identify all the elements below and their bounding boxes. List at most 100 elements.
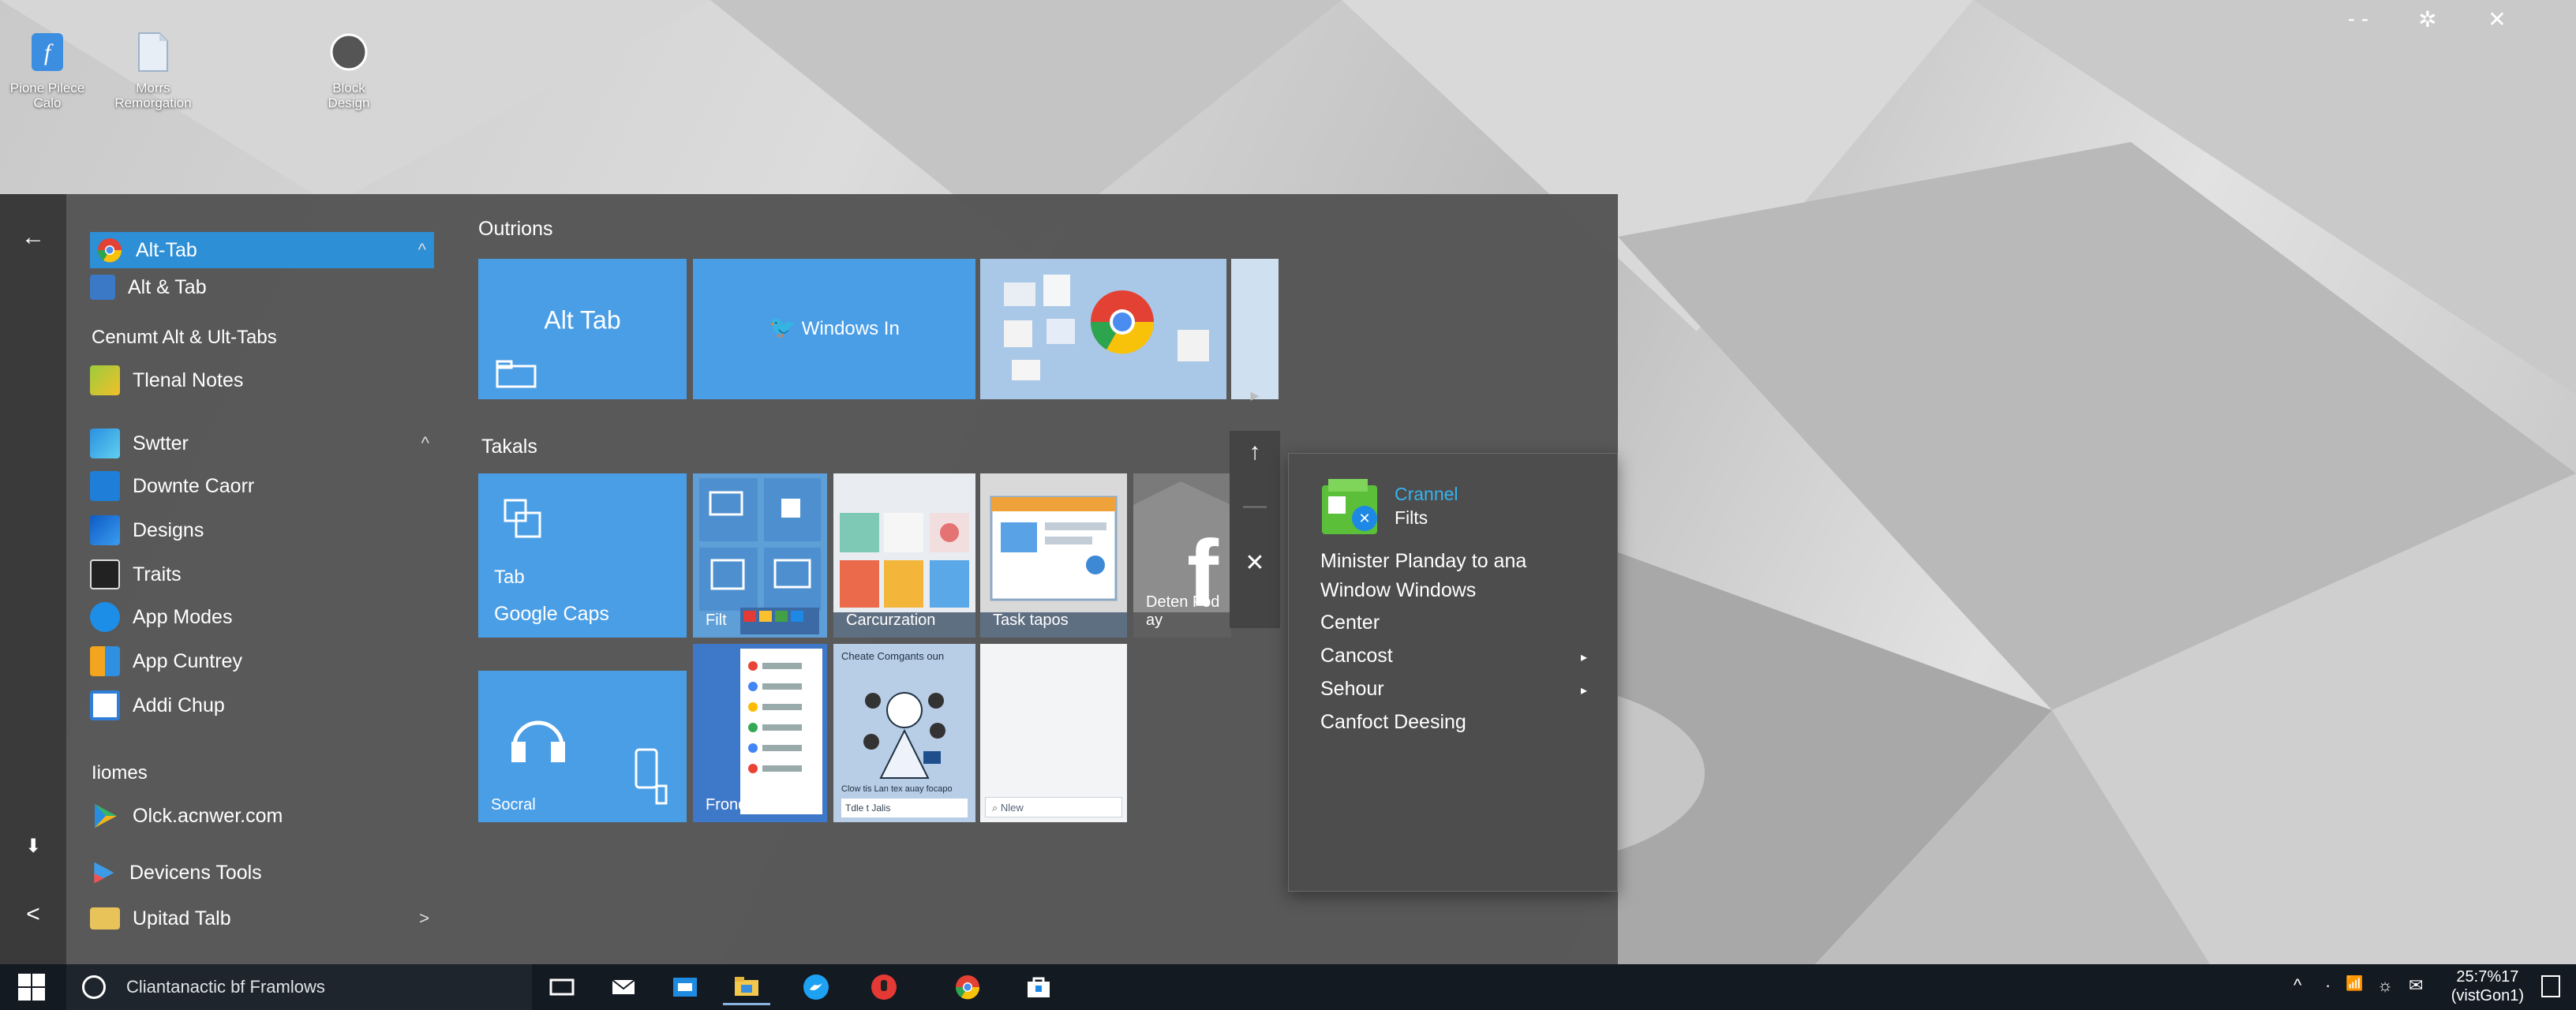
network-icon[interactable]: 📶 (2346, 975, 2363, 992)
section-header-homes: Iiomes (92, 762, 148, 784)
store-icon (673, 978, 697, 997)
taskbar-file-explorer[interactable] (723, 969, 770, 1005)
up-arrow-icon[interactable]: ↑ (1230, 439, 1280, 466)
app-item-swtter[interactable]: Swtter ^ (90, 425, 437, 462)
mail-tray-icon[interactable]: ✉ (2409, 975, 2423, 996)
tile-task-tapos[interactable]: Task tapos (980, 473, 1127, 638)
desktop-icon-block[interactable]: Block Design (301, 28, 396, 110)
download-icon[interactable]: ⬇ (0, 835, 66, 858)
context-item-canfoct[interactable]: Canfoct Deesing (1320, 711, 1466, 734)
tile-label: Google Caps (494, 603, 609, 625)
taskbar-store-bag[interactable] (1015, 969, 1062, 1005)
tile-filt[interactable]: Filt (693, 473, 827, 638)
start-rail: ← ⬇ < (0, 194, 66, 964)
tile-label: Filt (706, 612, 727, 629)
desktop-icon-label: Pione Pilece Calo (9, 80, 85, 110)
taskbar-chrome[interactable] (944, 969, 991, 1005)
app-label: Devicens Tools (129, 861, 262, 884)
red-app-icon (871, 974, 897, 1000)
taskbar-twitter[interactable] (792, 969, 840, 1005)
context-item-minister[interactable]: Minister Planday to ana Window Windows (1320, 550, 1526, 602)
document-icon (133, 28, 174, 76)
app-item-tlenal-notes[interactable]: Tlenal Notes (90, 361, 437, 399)
context-item-cancost[interactable]: Cancost ▸ (1320, 645, 1587, 668)
app-label: Alt & Tab (128, 275, 207, 298)
tile-alt-tab[interactable]: Alt Tab (478, 259, 687, 399)
tile-label: Windows In (801, 318, 900, 339)
traits-icon (90, 559, 120, 589)
task-view-icon (549, 978, 575, 996)
app-item-downte-caorr[interactable]: Downte Caorr (90, 467, 437, 505)
tile-search-panel[interactable]: ⌕ Nlew (980, 644, 1127, 822)
submenu-arrow-icon: ▸ (1581, 651, 1588, 664)
context-item-center[interactable]: Center (1320, 612, 1380, 634)
app-item-alt-tab-selected[interactable]: Alt-Tab ^ (90, 232, 434, 268)
tile-carcurzation[interactable]: Carcurzation (833, 473, 975, 638)
tile-side-controls: ▸ ↑ — ✕ (1230, 385, 1280, 628)
desktop-icon-morrs[interactable]: Morrs Remorgation (106, 28, 200, 110)
taskbar-store[interactable] (661, 969, 709, 1005)
divider-dash-icon: — (1243, 492, 1267, 518)
headset-icon (511, 720, 565, 762)
app-label: Alt-Tab (136, 238, 197, 261)
context-item-line: Minister Planday to ana (1320, 550, 1527, 572)
app-item-upitad-talb[interactable]: Upitad Talb > (90, 900, 437, 937)
clock[interactable]: 25:7%17 (vistGon1) (2451, 967, 2524, 1005)
close-button[interactable]: ✕ (2481, 6, 2513, 32)
collapse-chevron-icon[interactable]: ^ (418, 240, 426, 260)
app-item-devicens-tools[interactable]: Devicens Tools (90, 854, 437, 892)
tray-overflow-icon[interactable]: ^ (2293, 975, 2301, 996)
tile-partial[interactable] (1231, 259, 1279, 399)
twitter-icon (803, 974, 829, 1000)
app-item-app-cuntrey[interactable]: App Cuntrey (90, 642, 437, 680)
desktop-icon-pione[interactable]: f Pione Pilece Calo (0, 28, 95, 110)
tile-deten-fod[interactable]: f Deten Fod ay (1133, 473, 1231, 638)
app-label: Traits (133, 563, 182, 585)
context-item-line: Window Windows (1320, 579, 1477, 601)
search-placeholder: Nlew (1000, 802, 1024, 814)
app-item-addi-chup[interactable]: Addi Chup (90, 686, 437, 724)
context-menu: ✕ Crannel Filts Minister Planday to ana … (1288, 453, 1618, 892)
chat-input[interactable]: Tdle t Jalis (841, 799, 968, 817)
app-item-olck[interactable]: Olck.acnwer.com (90, 797, 437, 835)
app-item-traits[interactable]: Traits (90, 556, 437, 593)
tile-windows-in[interactable]: 🐦 Windows In (693, 259, 975, 399)
task-view-button[interactable] (538, 969, 586, 1005)
tray-dot-icon: · (2325, 975, 2331, 995)
next-arrow-icon[interactable]: ▸ (1230, 385, 1280, 406)
context-item-sehour[interactable]: Sehour ▸ (1320, 678, 1587, 701)
clock-date: (vistGon1) (2451, 987, 2524, 1004)
app-label: App Modes (133, 605, 233, 628)
chat-title: Cheate Comgants oun (841, 650, 945, 662)
app-item-designs[interactable]: Designs (90, 511, 437, 549)
app-label: Tlenal Notes (133, 368, 244, 391)
tile-chat-comgants[interactable]: Cheate Comgants oun Clow tis Lan tex aua… (833, 644, 975, 822)
tile-label: Task tapos (993, 612, 1069, 629)
tile-fronds[interactable]: Fronds (693, 644, 827, 822)
app-item-alt-and-tab[interactable]: Alt & Tab (90, 268, 437, 306)
tile-group-title-outrions: Outrions (478, 218, 553, 240)
chevron-right-icon[interactable]: > (419, 908, 429, 929)
taskbar-search[interactable]: Cliantanactic bf Framlows (66, 964, 532, 1010)
close-icon[interactable]: ✕ (1230, 549, 1280, 577)
tile-chrome-collage[interactable] (980, 259, 1226, 399)
search-icon: ⌕ (992, 802, 1001, 814)
minimize-button[interactable]: - - (2342, 6, 2374, 32)
search-field[interactable]: ⌕ Nlew (985, 797, 1122, 817)
app-label: Designs (133, 518, 204, 541)
tile-socral[interactable]: Socral (478, 671, 687, 822)
settings-button[interactable]: ✲ (2412, 6, 2443, 32)
tile-tab-google-caps[interactable]: Tab Google Caps (478, 473, 687, 638)
brightness-icon[interactable]: ☼ (2377, 975, 2393, 996)
app-item-app-modes[interactable]: App Modes (90, 598, 437, 636)
taskbar-mail[interactable] (600, 969, 647, 1005)
start-button[interactable] (0, 964, 63, 1010)
app-label: App Cuntrey (133, 649, 242, 672)
taskbar-red-app[interactable] (860, 969, 908, 1005)
share-icon[interactable]: < (0, 901, 66, 928)
chrome-icon (955, 975, 980, 1000)
app-list: Alt-Tab ^ Alt & Tab Cenumt Alt & Ult-Tab… (66, 194, 445, 964)
back-arrow-icon[interactable]: ← (0, 224, 66, 251)
action-center-icon[interactable] (2541, 975, 2560, 997)
chevron-up-icon[interactable]: ^ (421, 433, 429, 454)
